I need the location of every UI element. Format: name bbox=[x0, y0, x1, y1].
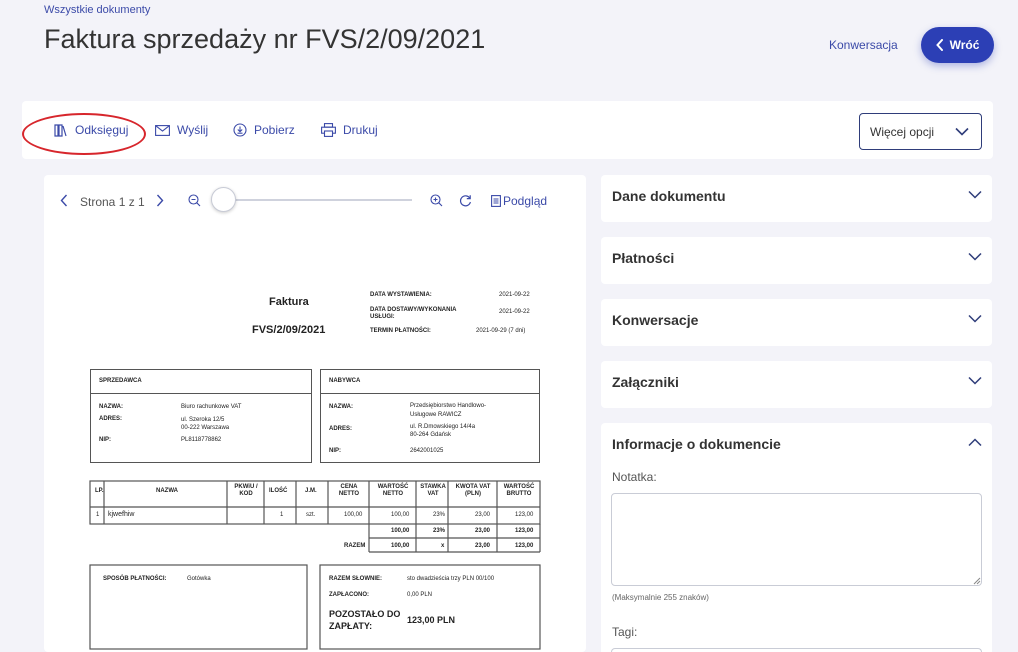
subtotal-net: 100,00 bbox=[391, 528, 410, 534]
col-header-lp: LP. bbox=[95, 488, 104, 494]
panel-document-info: Informacje o dokumencie Notatka: (Maksym… bbox=[601, 423, 992, 652]
more-options-select[interactable]: Więcej opcji bbox=[859, 113, 982, 150]
row-gross: 123,00 bbox=[515, 512, 534, 518]
print-label: Drukuj bbox=[343, 123, 378, 137]
col-header-name: NAZWA bbox=[156, 488, 178, 494]
col-header-net-value: WARTOŚĆ NETTO bbox=[377, 484, 409, 497]
chevron-down-icon bbox=[968, 252, 982, 261]
row-unit: szt. bbox=[306, 512, 316, 518]
due-value: 123,00 PLN bbox=[407, 615, 456, 625]
note-hint: (Maksymalnie 255 znaków) bbox=[612, 593, 709, 602]
printer-icon bbox=[321, 123, 336, 137]
back-button[interactable]: Wróć bbox=[921, 27, 994, 63]
unbook-label: Odksięguj bbox=[75, 123, 129, 137]
panel-conversations[interactable]: Konwersacje bbox=[601, 299, 992, 346]
panel-document-info-title[interactable]: Informacje o dokumencie bbox=[612, 436, 781, 452]
row-vat-rate: 23% bbox=[433, 512, 446, 518]
col-header-unit: J.M. bbox=[305, 488, 317, 494]
print-button[interactable]: Drukuj bbox=[321, 123, 378, 137]
payment-method-value: Gotówka bbox=[187, 576, 211, 582]
tags-input[interactable] bbox=[611, 648, 982, 652]
panel-document-data-title: Dane dokumentu bbox=[612, 188, 726, 204]
col-header-gross: WARTOŚĆ BRUTTO bbox=[503, 484, 535, 497]
total-gross: 123,00 bbox=[515, 543, 534, 549]
unbook-button[interactable]: Odksięguj bbox=[54, 123, 128, 137]
back-button-label: Wróć bbox=[949, 38, 980, 52]
payment-method-label: SPOSÓB PŁATNOŚCI: bbox=[103, 576, 167, 582]
tags-label: Tagi: bbox=[612, 625, 638, 639]
note-textarea[interactable] bbox=[611, 493, 982, 586]
invoice-page: Faktura FVS/2/09/2021 DATA WYSTAWIENIA: … bbox=[44, 175, 586, 652]
download-icon bbox=[233, 123, 247, 137]
col-header-pkwiu: PKWiU / KOD bbox=[234, 484, 258, 497]
total-vat: 23,00 bbox=[475, 543, 491, 549]
note-label: Notatka: bbox=[612, 470, 657, 484]
chevron-down-icon bbox=[968, 376, 982, 385]
col-header-qty: ILOŚĆ bbox=[269, 488, 288, 494]
panel-attachments-title: Załączniki bbox=[612, 374, 679, 390]
download-button[interactable]: Pobierz bbox=[233, 123, 295, 137]
col-header-vat-amount: KWOTA VAT (PLN) bbox=[455, 484, 491, 497]
chevron-left-icon bbox=[935, 39, 943, 51]
panel-document-data[interactable]: Dane dokumentu bbox=[601, 175, 992, 222]
conversation-link[interactable]: Konwersacja bbox=[829, 38, 898, 52]
chevron-down-icon bbox=[968, 190, 982, 199]
row-vat-amount: 23,00 bbox=[475, 512, 491, 518]
chevron-down-icon bbox=[968, 314, 982, 323]
resize-handle-icon[interactable] bbox=[972, 576, 981, 585]
total-label: RAZEM bbox=[344, 543, 366, 549]
document-toolbar: Odksięguj Wyślij Pobierz Drukuj Więcej o… bbox=[22, 101, 993, 159]
paid-label: ZAPŁACONO: bbox=[329, 592, 369, 598]
total-vat-rate: x bbox=[441, 543, 445, 549]
chevron-up-icon[interactable] bbox=[968, 438, 982, 447]
total-net: 100,00 bbox=[391, 543, 410, 549]
chevron-down-icon bbox=[955, 127, 969, 136]
amount-words-label: RAZEM SŁOWNIE: bbox=[329, 576, 382, 582]
panel-payments[interactable]: Płatności bbox=[601, 237, 992, 284]
panel-conversations-title: Konwersacje bbox=[612, 312, 699, 328]
row-lp: 1 bbox=[96, 512, 100, 518]
col-header-net-price: CENA NETTO bbox=[338, 484, 360, 497]
breadcrumb[interactable]: Wszystkie dokumenty bbox=[44, 4, 150, 16]
send-button[interactable]: Wyślij bbox=[155, 123, 208, 137]
subtotal-gross: 123,00 bbox=[515, 528, 534, 534]
row-net-value: 100,00 bbox=[391, 512, 410, 518]
subtotal-vat-rate: 23% bbox=[433, 528, 446, 534]
row-net-price: 100,00 bbox=[344, 512, 363, 518]
subtotal-vat: 23,00 bbox=[475, 528, 491, 534]
page-title: Faktura sprzedaży nr FVS/2/09/2021 bbox=[44, 24, 486, 54]
panel-payments-title: Płatności bbox=[612, 250, 675, 266]
send-label: Wyślij bbox=[177, 123, 209, 137]
books-icon bbox=[54, 123, 67, 137]
document-viewer: Strona 1 z 1 Podgląd Faktura FVS/2/09/20… bbox=[44, 175, 586, 652]
panel-attachments[interactable]: Załączniki bbox=[601, 361, 992, 408]
due-label-line2: ZAPŁATY: bbox=[329, 621, 373, 631]
col-header-vat-rate: STAWKA VAT bbox=[420, 484, 446, 497]
envelope-icon bbox=[155, 124, 170, 136]
paid-value: 0,00 PLN bbox=[407, 592, 433, 598]
row-qty: 1 bbox=[280, 512, 284, 518]
row-name: kjwefhiw bbox=[108, 511, 135, 518]
more-options-label: Więcej opcji bbox=[870, 124, 935, 139]
download-label: Pobierz bbox=[254, 123, 295, 137]
due-label-line1: POZOSTAŁO DO bbox=[329, 609, 401, 619]
amount-words: sto dwadzieścia trzy PLN 00/100 bbox=[407, 576, 495, 582]
